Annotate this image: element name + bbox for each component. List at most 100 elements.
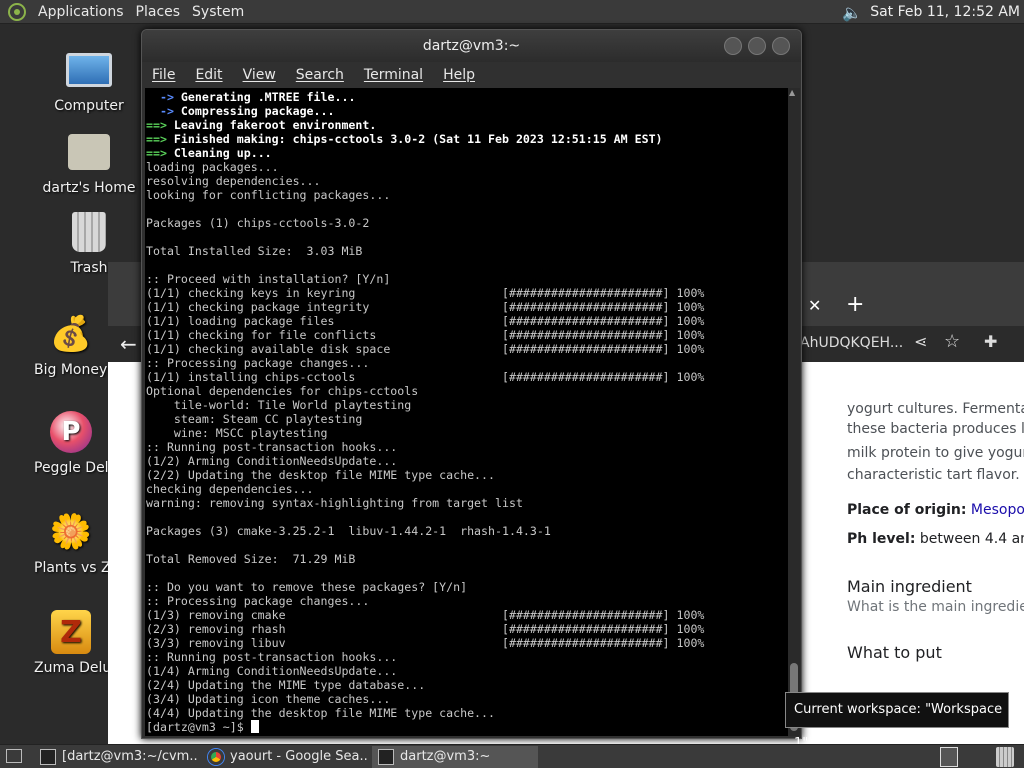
desktop-icon-label: Computer — [54, 98, 124, 114]
top-panel-tray: 🔈 Sat Feb 11, 12:52 AM — [842, 0, 1020, 24]
close-icon[interactable] — [772, 37, 790, 55]
terminal-line: :: Processing package changes... — [146, 594, 370, 608]
terminal-icon — [378, 749, 394, 765]
trash-applet-icon[interactable] — [996, 747, 1014, 767]
terminal-line: (1/1) checking available disk space [###… — [146, 342, 705, 356]
ph-level-row: Ph level: between 4.4 and 4.8 — [847, 528, 1024, 550]
terminal-line: (3/4) Updating icon theme caches... — [146, 692, 391, 706]
ph-level-value: between 4.4 and 4.8 — [919, 531, 1024, 547]
terminal-line: (1/1) checking package integrity [######… — [146, 300, 705, 314]
peggle-icon: P — [47, 408, 95, 456]
show-desktop-icon[interactable] — [6, 749, 22, 763]
terminal-line: (3/3) removing libuv [##################… — [146, 636, 705, 650]
terminal-line: :: Proceed with installation? [Y/n] — [146, 272, 391, 286]
back-arrow-icon[interactable]: ← — [120, 332, 137, 356]
terminal-line: resolving dependencies... — [146, 174, 321, 188]
terminal-line: (1/1) installing chips-cctools [########… — [146, 370, 705, 384]
terminal-line: ==> Finished making: chips-cctools 3.0-2… — [146, 132, 663, 146]
terminal-line: -> Compressing package... — [159, 104, 335, 118]
zuma-icon: Z — [47, 608, 95, 656]
menu-terminal[interactable]: Terminal — [354, 67, 433, 83]
taskbar-item-label: dartz@vm3:~ — [400, 749, 491, 764]
home-folder-icon — [65, 128, 113, 176]
applications-menu[interactable]: Applications — [32, 0, 130, 24]
taskbar-item-label: [dartz@vm3:~/cvm... — [62, 749, 198, 764]
workspace-switcher[interactable] — [940, 747, 958, 767]
terminal-screen[interactable]: -> Generating .MTREE file... -> Compress… — [145, 88, 788, 736]
terminal-line: :: Do you want to remove these packages?… — [146, 580, 468, 594]
taskbar-item-browser[interactable]: yaourt - Google Sea... — [202, 746, 368, 768]
terminal-line: Packages (1) chips-cctools-3.0-2 — [146, 216, 370, 230]
terminal-line: :: Running post-transaction hooks... — [146, 440, 398, 454]
terminal-line: warning: removing syntax-highlighting fr… — [146, 496, 523, 510]
close-tab-icon[interactable]: ✕ — [808, 296, 821, 315]
address-bar[interactable]: AhUDQKQEH... — [800, 335, 903, 351]
terminal-titlebar[interactable]: dartz@vm3:~ — [142, 30, 801, 62]
terminal-line: Total Installed Size: 3.03 MiB — [146, 244, 363, 258]
shell-prompt[interactable]: [dartz@vm3 ~]$ — [146, 720, 788, 734]
terminal-line: tile-world: Tile World playtesting — [146, 398, 412, 412]
terminal-scrollbar[interactable]: ▲ — [788, 88, 800, 736]
terminal-line: (1/3) removing cmake [##################… — [146, 608, 705, 622]
bottom-panel: [dartz@vm3:~/cvm... yaourt - Google Sea.… — [0, 744, 1024, 768]
terminal-menubar: File Edit View Search Terminal Help — [142, 62, 801, 88]
terminal-line: wine: MSCC playtesting — [146, 426, 328, 440]
share-icon[interactable]: ⋖ — [914, 332, 927, 351]
terminal-line: Optional dependencies for chips-cctools — [146, 384, 419, 398]
knowledge-panel-text: characteristic tart flavor. Wik — [847, 467, 1024, 483]
what-to-put-heading[interactable]: What to put — [847, 642, 1024, 664]
computer-icon — [65, 46, 113, 94]
desktop-icon-peggle[interactable]: P Peggle Deluxe — [34, 408, 108, 476]
desktop-icon-label: Zuma Deluxe — [34, 660, 108, 676]
terminal-line: :: Running post-transaction hooks... — [146, 650, 398, 664]
window-title: dartz@vm3:~ — [422, 38, 521, 54]
menu-help[interactable]: Help — [433, 67, 485, 83]
place-of-origin-link[interactable]: Mesopotami — [971, 502, 1024, 518]
clock[interactable]: Sat Feb 11, 12:52 AM — [870, 4, 1020, 20]
extensions-icon[interactable]: ✚ — [984, 332, 997, 351]
terminal-line: (2/2) Updating the desktop file MIME typ… — [146, 468, 496, 482]
system-menu[interactable]: System — [186, 0, 250, 24]
desktop-icon-computer[interactable]: Computer — [36, 46, 142, 114]
terminal-icon — [40, 749, 56, 765]
terminal-line: (1/4) Arming ConditionNeedsUpdate... — [146, 664, 398, 678]
terminal-line: ==> Cleaning up... — [146, 146, 272, 160]
main-ingredient-heading[interactable]: Main ingredient — [847, 576, 1024, 598]
bookmark-star-icon[interactable]: ☆ — [944, 331, 960, 352]
minimize-icon[interactable] — [724, 37, 742, 55]
desktop-icon-label: dartz's Home — [42, 180, 136, 196]
menu-view[interactable]: View — [233, 67, 286, 83]
terminal-line: (2/4) Updating the MIME type database... — [146, 678, 426, 692]
menu-file[interactable]: File — [142, 67, 185, 83]
menu-edit[interactable]: Edit — [185, 67, 232, 83]
taskbar-item-terminal-active[interactable]: dartz@vm3:~ — [372, 746, 538, 768]
distro-logo-icon[interactable] — [8, 2, 26, 21]
terminal-line: (1/1) checking keys in keyring [########… — [146, 286, 705, 300]
desktop-icon-zuma[interactable]: Z Zuma Deluxe — [34, 608, 108, 676]
workspace-tooltip: Current workspace: "Workspace 1" — [785, 692, 1009, 751]
menu-search[interactable]: Search — [286, 67, 354, 83]
new-tab-icon[interactable]: + — [846, 292, 864, 317]
terminal-line: Total Removed Size: 71.29 MiB — [146, 552, 356, 566]
trash-icon — [65, 208, 113, 256]
scroll-up-icon[interactable]: ▲ — [789, 88, 795, 97]
desktop-icon-plants-vs-zombies[interactable]: 🌼 Plants vs Zombies — [34, 508, 108, 576]
taskbar-item-terminal-cvm[interactable]: [dartz@vm3:~/cvm... — [34, 746, 198, 768]
maximize-icon[interactable] — [748, 37, 766, 55]
terminal-window[interactable]: dartz@vm3:~ File Edit View Search Termin… — [141, 29, 802, 739]
taskbar-item-label: yaourt - Google Sea... — [230, 749, 368, 764]
desktop-icon-label: Big Money Deluxe — [34, 362, 108, 378]
knowledge-panel-text: these bacteria produces lact — [847, 421, 1024, 437]
ph-level-label: Ph level: — [847, 531, 916, 547]
places-menu[interactable]: Places — [130, 0, 187, 24]
desktop-icon-big-money[interactable]: 💰 Big Money Deluxe — [34, 310, 108, 378]
terminal-line: (1/2) Arming ConditionNeedsUpdate... — [146, 454, 398, 468]
terminal-line: (1/1) loading package files [###########… — [146, 314, 705, 328]
terminal-output: -> Generating .MTREE file... -> Compress… — [146, 90, 788, 734]
knowledge-panel-text: yogurt cultures. Fermentation — [847, 401, 1024, 417]
volume-icon[interactable]: 🔈 — [842, 3, 862, 22]
desktop-icon-home[interactable]: dartz's Home — [36, 128, 142, 196]
